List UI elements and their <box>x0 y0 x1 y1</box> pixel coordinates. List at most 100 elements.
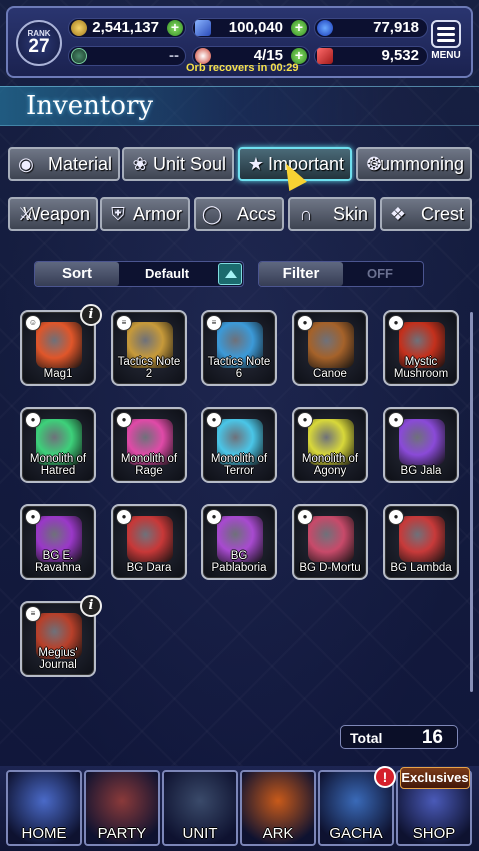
blue-lapis-icon <box>317 20 333 36</box>
material-icon: ◉ <box>18 154 34 174</box>
unit-slot-counter: -- <box>68 46 186 66</box>
nav-ark[interactable]: ARK <box>240 770 316 846</box>
nav-home[interactable]: HOME <box>6 770 82 846</box>
item-type-icon: ≡ <box>25 606 41 622</box>
item-type-icon: ● <box>25 509 41 525</box>
inventory-item[interactable]: ● Monolith of Rage <box>111 407 187 483</box>
menu-button[interactable]: MENU <box>428 20 464 64</box>
item-name: Monolith of Rage <box>120 453 178 477</box>
red-lapis-value: 9,532 <box>381 47 419 64</box>
item-icon <box>127 516 173 562</box>
page-title: Inventory <box>26 91 154 121</box>
total-label: Total <box>350 730 383 746</box>
item-name: BG Lambda <box>390 562 452 574</box>
inventory-item[interactable]: ● Monolith of Hatred <box>20 407 96 483</box>
menu-label: MENU <box>431 50 461 61</box>
page-header: Inventory <box>0 86 479 126</box>
filter-label: Filter <box>259 262 343 286</box>
item-type-icon: ● <box>297 509 313 525</box>
inventory-item[interactable]: ● Canoe <box>292 310 368 386</box>
item-name: Tactics Note 6 <box>207 356 271 380</box>
inventory-item[interactable]: ● Monolith of Terror <box>201 407 277 483</box>
inventory-item[interactable]: ≡ Tactics Note 2 <box>111 310 187 386</box>
item-icon <box>308 322 354 368</box>
item-name: BG E. Ravahna <box>34 550 82 574</box>
tab-unit-soul[interactable]: ❀ Unit Soul <box>122 147 234 181</box>
nav-party[interactable]: PARTY <box>84 770 160 846</box>
nav-label: GACHA <box>329 825 383 842</box>
inventory-item[interactable]: ● BG Pablaboria <box>201 504 277 580</box>
filter-value: OFF <box>367 266 393 281</box>
inventory-item[interactable]: ● BG Dara <box>111 504 187 580</box>
item-icon <box>399 419 445 465</box>
item-name: Monolith of Hatred <box>29 453 87 477</box>
gem-counter: 100,040 + <box>192 18 310 38</box>
tab-label: Armor <box>133 204 182 224</box>
item-type-icon: ● <box>116 412 132 428</box>
item-type-icon: ● <box>388 315 404 331</box>
item-name: BG Jala <box>400 465 442 477</box>
tab-accs[interactable]: ◯ Accs <box>194 197 284 231</box>
sort-order-button[interactable] <box>218 263 242 285</box>
tab-label: Unit Soul <box>152 154 226 174</box>
total-value: 16 <box>421 727 443 748</box>
tab-weapon[interactable]: ⚔ Weapon <box>8 197 98 231</box>
tab-label: Skin <box>332 204 368 224</box>
item-name: Megius' Journal <box>38 647 78 671</box>
item-name: Mag1 <box>43 368 73 380</box>
sort-control[interactable]: Sort Default <box>34 261 244 287</box>
nav-label: SHOP <box>412 825 456 842</box>
sort-value: Default <box>145 266 190 281</box>
tab-label: Crest <box>420 204 464 224</box>
item-type-icon: ● <box>388 412 404 428</box>
add-gem-button[interactable]: + <box>291 20 307 36</box>
item-name: Monolith of Terror <box>210 453 268 477</box>
gil-value: 2,541,137 <box>92 19 159 36</box>
inventory-item[interactable]: ● BG Lambda <box>383 504 459 580</box>
blue-lapis-counter: 77,918 <box>314 18 428 38</box>
tab-label: Accs <box>236 204 276 224</box>
tab-crest[interactable]: ❖ Crest <box>380 197 472 231</box>
inventory-item[interactable]: ● BG Jala <box>383 407 459 483</box>
nav-label: PARTY <box>97 825 147 842</box>
crest-icon: ❖ <box>389 204 407 224</box>
add-gil-button[interactable]: + <box>167 20 183 36</box>
nav-label: HOME <box>21 825 67 842</box>
info-icon[interactable]: i <box>80 304 102 326</box>
gem-icon <box>195 20 211 36</box>
inventory-item[interactable]: ● Monolith of Agony <box>292 407 368 483</box>
tab-skin[interactable]: ∩ Skin <box>288 197 376 231</box>
tab-material[interactable]: ◉ Material <box>8 147 120 181</box>
item-type-icon: ● <box>206 509 222 525</box>
nav-label: UNIT <box>182 825 218 842</box>
scrollbar[interactable] <box>470 312 473 692</box>
tab-label: Material <box>47 154 112 174</box>
gil-icon <box>71 20 87 36</box>
red-lapis-icon <box>317 48 333 64</box>
armor-icon: ⛨ <box>111 204 125 224</box>
filter-control[interactable]: Filter OFF <box>258 261 424 287</box>
nav-unit[interactable]: UNIT <box>162 770 238 846</box>
unit-slot-icon <box>71 48 87 64</box>
item-icon <box>308 516 354 562</box>
item-total: Total 16 <box>340 725 458 749</box>
sort-label: Sort <box>35 262 119 286</box>
item-type-icon: ● <box>206 412 222 428</box>
inventory-item[interactable]: ● BG D-Mortu <box>292 504 368 580</box>
inventory-item[interactable]: ● BG E. Ravahna <box>20 504 96 580</box>
ring-icon: ◯ <box>201 204 223 224</box>
summoning-icon: ❂ <box>366 154 382 174</box>
inventory-item[interactable]: ≡ Tactics Note 6 <box>201 310 277 386</box>
rank-badge: RANK 27 <box>16 20 62 66</box>
exclusives-badge: Exclusives <box>400 767 470 789</box>
info-icon[interactable]: i <box>80 595 102 617</box>
gem-value: 100,040 <box>228 19 283 36</box>
star-icon: ★ <box>247 154 265 174</box>
inventory-item[interactable]: ● Mystic Mushroom <box>383 310 459 386</box>
tab-armor[interactable]: ⛨ Armor <box>100 197 190 231</box>
item-icon <box>399 516 445 562</box>
gacha-alert-badge: ! <box>374 766 396 788</box>
tab-summoning[interactable]: ❂ Summoning <box>356 147 472 181</box>
item-type-icon: ● <box>25 412 41 428</box>
item-icon <box>36 322 82 368</box>
